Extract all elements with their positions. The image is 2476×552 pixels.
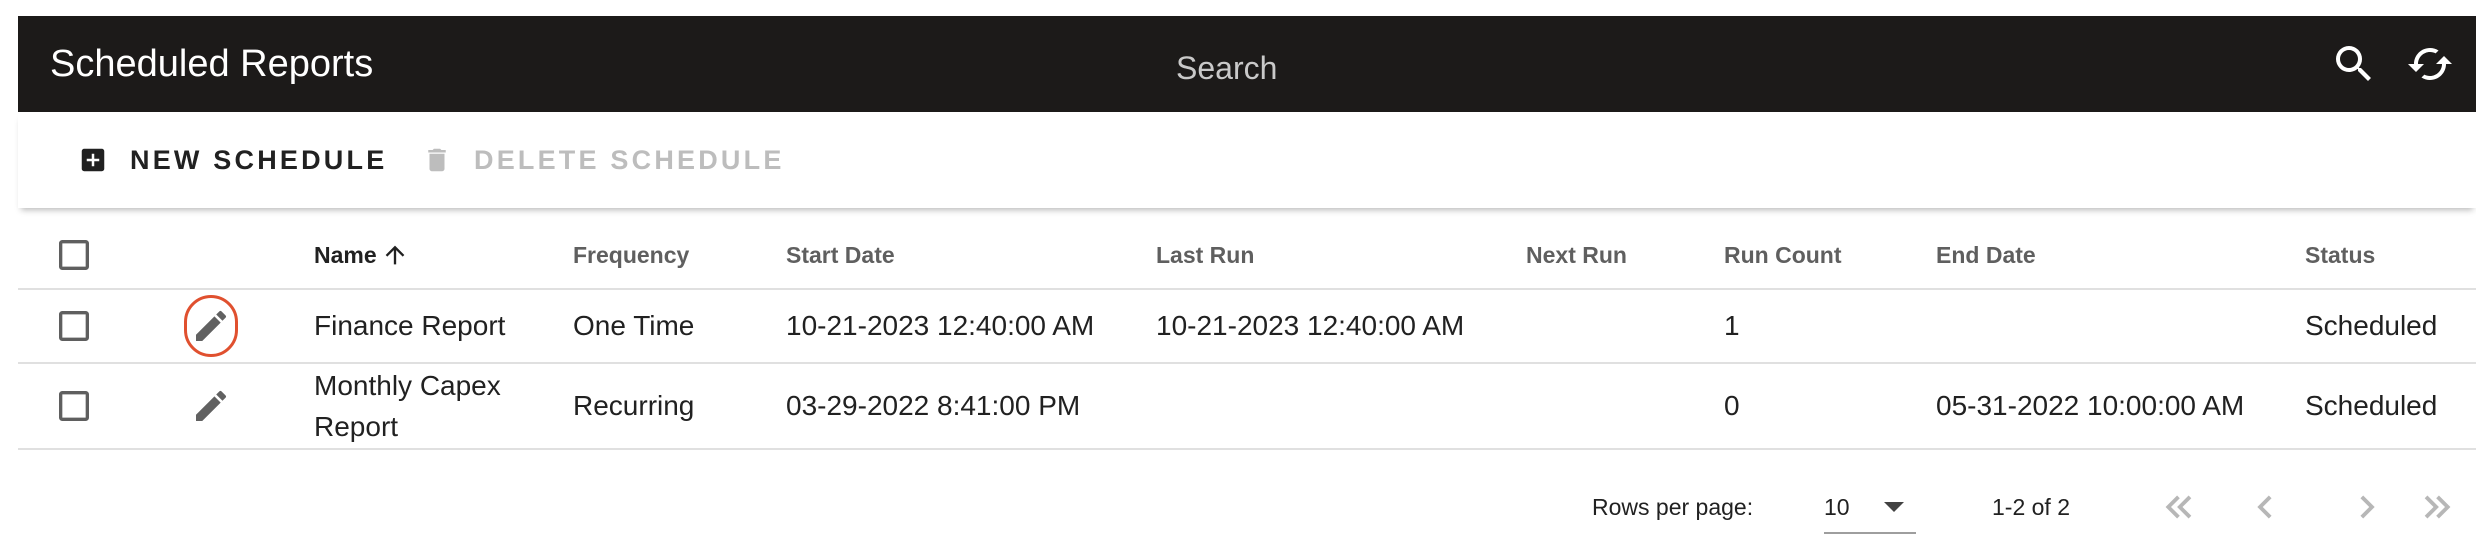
dropdown-arrow-icon xyxy=(1882,500,1906,514)
page-range: 1-2 of 2 xyxy=(1992,494,2070,520)
cell-start-date: 03-29-2022 8:41:00 PM xyxy=(786,390,1081,421)
rows-per-page-label: Rows per page: xyxy=(1592,494,1754,520)
last-page-button[interactable] xyxy=(2414,484,2460,530)
table-row[interactable]: Monthly Capex Report Recurring 03-29-202… xyxy=(18,364,2476,450)
cell-name-wrap: Monthly Capex Report xyxy=(314,364,514,448)
rows-per-page-select[interactable]: 10 xyxy=(1824,482,1916,534)
cell-name: Monthly Capex Report xyxy=(314,370,501,442)
rows-per-page-value: 10 xyxy=(1824,494,1850,520)
column-header-next-run[interactable]: Next Run xyxy=(1526,222,1627,288)
edit-button[interactable] xyxy=(184,375,238,437)
new-schedule-button[interactable]: NEW SCHEDULE xyxy=(78,112,387,208)
column-header-status[interactable]: Status xyxy=(2305,222,2375,288)
cell-status: Scheduled xyxy=(2305,390,2438,421)
cell-frequency: One Time xyxy=(573,310,695,341)
search-input[interactable] xyxy=(1176,42,2276,94)
refresh-icon[interactable] xyxy=(2406,40,2454,88)
page-title: Scheduled Reports xyxy=(50,43,374,85)
search-field[interactable] xyxy=(1176,42,2382,116)
cell-last-run: 10-21-2023 12:40:00 AM xyxy=(1156,310,1465,341)
table-header: Name Frequency Start Date Last Run Next … xyxy=(18,222,2476,290)
column-header-name[interactable]: Name xyxy=(314,222,409,288)
delete-schedule-button[interactable]: DELETE SCHEDULE xyxy=(422,112,785,208)
pencil-icon xyxy=(191,386,231,426)
column-header-frequency[interactable]: Frequency xyxy=(573,222,689,288)
toolbar: NEW SCHEDULE DELETE SCHEDULE xyxy=(18,112,2476,208)
cell-frequency: Recurring xyxy=(573,390,695,421)
table-row[interactable]: Finance Report One Time 10-21-2023 12:40… xyxy=(18,290,2476,364)
arrow-up-icon xyxy=(381,241,409,269)
cell-run-count: 1 xyxy=(1724,310,1740,341)
chevron-left-icon xyxy=(2242,484,2288,530)
cell-end-date: 05-31-2022 10:00:00 AM xyxy=(1936,390,2245,421)
cell-start-date: 10-21-2023 12:40:00 AM xyxy=(786,310,1095,341)
select-all-checkbox[interactable] xyxy=(54,222,94,288)
chevron-right-icon xyxy=(2344,484,2390,530)
delete-schedule-label: DELETE SCHEDULE xyxy=(474,144,785,175)
schedules-table: Name Frequency Start Date Last Run Next … xyxy=(18,222,2476,450)
add-box-icon xyxy=(78,145,108,175)
edit-button[interactable] xyxy=(184,295,238,357)
search-icon[interactable] xyxy=(2330,40,2378,88)
cell-run-count: 0 xyxy=(1724,390,1740,421)
row-checkbox[interactable] xyxy=(54,290,94,362)
first-page-button[interactable] xyxy=(2156,484,2202,530)
new-schedule-label: NEW SCHEDULE xyxy=(130,144,388,175)
column-header-start-date[interactable]: Start Date xyxy=(786,222,895,288)
first-page-icon xyxy=(2156,484,2202,530)
app-header: Scheduled Reports xyxy=(18,16,2476,116)
row-checkbox[interactable] xyxy=(54,364,94,448)
pencil-icon xyxy=(191,306,231,346)
column-header-name-label: Name xyxy=(314,241,377,268)
pagination: Rows per page: 10 1-2 of 2 xyxy=(18,464,2476,552)
column-header-last-run[interactable]: Last Run xyxy=(1156,222,1254,288)
last-page-icon xyxy=(2414,484,2460,530)
trash-icon xyxy=(422,145,452,175)
column-header-run-count[interactable]: Run Count xyxy=(1724,222,1842,288)
cell-name: Finance Report xyxy=(314,310,506,341)
column-header-end-date[interactable]: End Date xyxy=(1936,222,2036,288)
cell-status: Scheduled xyxy=(2305,310,2438,341)
previous-page-button[interactable] xyxy=(2242,484,2288,530)
next-page-button[interactable] xyxy=(2344,484,2390,530)
